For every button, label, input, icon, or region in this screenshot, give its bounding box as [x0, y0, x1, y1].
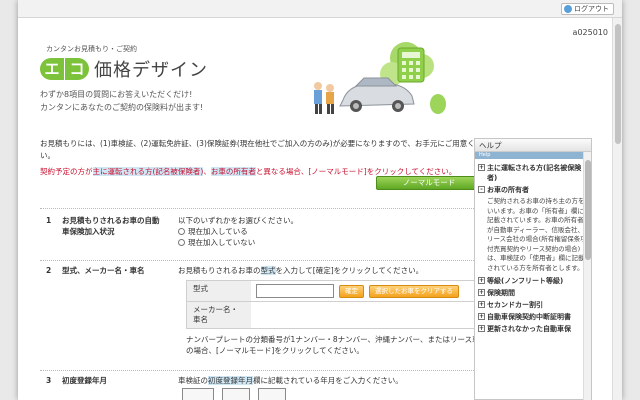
instruction-pre: お見積もりされるお車の: [178, 266, 261, 275]
logo-text: 価格デザイン: [94, 60, 208, 81]
logo[interactable]: エ コ 価格デザイン: [40, 56, 208, 82]
instruction-highlight: 初度登録年月: [208, 376, 253, 385]
clear-car-button[interactable]: 選択したお車をクリアする: [369, 284, 459, 298]
confirm-button[interactable]: 確定: [339, 284, 364, 298]
maker-field-value: [251, 302, 481, 328]
help-item-not-renewed[interactable]: + 更新されなかった自動車保: [478, 324, 588, 334]
section-instruction: お見積もりされるお車の型式を入力して[確定]をクリックしてください。: [178, 265, 423, 276]
tagline-line-1: わずか8項目の質問にお答えいただくだけ!: [40, 90, 193, 99]
model-field-label: 型式: [187, 281, 251, 301]
section-title: 型式、メーカー名・車名: [62, 266, 145, 275]
help-item-label: 自動車保険契約中断証明書: [487, 313, 571, 321]
help-item-label: お車の所有者: [487, 186, 529, 194]
help-item-second-car[interactable]: + セカンドカー割引: [478, 300, 588, 310]
collapse-icon[interactable]: -: [478, 186, 485, 193]
warning-highlight-owner: お車の所有者: [210, 167, 256, 176]
top-bar: ログアウト: [18, 0, 622, 18]
page: ログアウト a025010 カンタンお見積もり・ご契約 エ コ 価格デザイン わ…: [18, 0, 622, 400]
hero-illustration: [314, 42, 446, 114]
normal-mode-button[interactable]: ノーマルモード: [376, 176, 482, 190]
help-panel: ヘルプ Help + 主に運転される方(記名被保険者) - お車の所有者 ご契約…: [474, 138, 592, 400]
instruction-post: 欄に記載されている年月をご入力ください。: [253, 376, 403, 385]
year-select[interactable]: [222, 388, 250, 400]
section-number: 2: [46, 266, 52, 275]
help-owner-description: ご契約されるお車の持ち主の方をいいます。お車の「所有者」欄に記載されています。お…: [487, 197, 587, 272]
intro-text: お見積もりには、(1)車検証、(2)運転免許証、(3)保険証券(現在他社でご加入…: [40, 139, 490, 160]
warning-separator: 、: [203, 167, 211, 176]
section-body: 以下のいずれかをお選びください。 現在加入している 現在加入していない: [178, 215, 298, 248]
help-item-label: 保険期間: [487, 289, 515, 297]
section-number: 3: [46, 376, 52, 385]
tagline: わずか8項目の質問にお答えいただくだけ! カンタンにあなたのご契約の保険料が出ま…: [40, 88, 203, 114]
section-instruction: 以下のいずれかをお選びください。: [178, 216, 298, 225]
page-scroll-thumb[interactable]: [615, 24, 621, 144]
section-title: お見積もりされるお車の自動車保険加入状況: [62, 216, 160, 236]
plate-note: ナンバープレートの分類番号が1ナンバー・8ナンバー、沖縄ナンバー、またはリース車…: [186, 335, 480, 355]
main-content: お見積もりには、(1)車検証、(2)運転免許証、(3)保険証券(現在他社でご加入…: [40, 138, 490, 385]
logo-mark-char-1: エ: [40, 58, 64, 80]
help-item-label: 更新されなかった自動車保: [487, 325, 571, 333]
radio-label: 現在加入している: [188, 227, 248, 236]
logout-icon: [564, 5, 572, 13]
section-number: 1: [46, 216, 52, 225]
form-row-model: 型式 確定 選択したお車をクリアする: [186, 280, 482, 302]
era-select[interactable]: [182, 388, 214, 400]
instruction-highlight: 型式: [260, 266, 276, 275]
logout-button[interactable]: ログアウト: [561, 3, 614, 15]
help-item-main-driver[interactable]: + 主に運転される方(記名被保険者): [478, 163, 588, 183]
month-select[interactable]: [258, 388, 286, 400]
radio-currently-insured[interactable]: 現在加入している: [178, 226, 298, 237]
radio-circle-icon[interactable]: [178, 239, 185, 246]
logo-mark-char-2: コ: [65, 58, 89, 80]
instruction-post: を入力して[確定]をクリックしてください。: [275, 266, 424, 275]
warning-suffix: と異なる場合、[ノーマルモード]をクリックしてください。: [255, 167, 457, 176]
help-scroll-thumb[interactable]: [585, 160, 591, 260]
form-row-maker: メーカー名・車名: [186, 302, 482, 329]
instruction-pre: 車検証の: [178, 376, 208, 385]
model-form-table: 型式 確定 選択したお車をクリアする メーカー名・車名: [186, 280, 482, 329]
help-scrollbar[interactable]: [583, 152, 591, 400]
warning-prefix: 契約予定の方が: [40, 167, 93, 176]
section-instruction: 車検証の初度登録年月欄に記載されている年月をご入力ください。: [178, 375, 403, 386]
warning-highlight-driver: 主に運転される方(記名被保険者): [92, 167, 204, 176]
help-body: + 主に運転される方(記名被保険者) - お車の所有者 ご契約されるお車の持ち主…: [475, 159, 591, 336]
help-item-grade[interactable]: + 等級(ノンフリート等級): [478, 276, 588, 286]
help-subtitle: Help: [475, 152, 591, 159]
section-insurance-status: 1 お見積もりされるお車の自動車保険加入状況 以下のいずれかをお選びください。 …: [40, 208, 490, 264]
section-title: 初度登録年月: [62, 376, 107, 385]
help-title: ヘルプ: [475, 139, 591, 152]
model-input[interactable]: [256, 284, 334, 298]
expand-icon[interactable]: +: [478, 301, 485, 308]
radio-label: 現在加入していない: [188, 238, 256, 247]
expand-icon[interactable]: +: [478, 277, 485, 284]
page-scrollbar[interactable]: [612, 18, 622, 400]
expand-icon[interactable]: +: [478, 325, 485, 332]
logo-tagline: カンタンお見積もり・ご契約: [46, 45, 137, 53]
page-id: a025010: [572, 28, 608, 37]
radio-not-insured[interactable]: 現在加入していない: [178, 237, 298, 248]
logo-mark: エ コ: [40, 58, 90, 80]
help-item-owner[interactable]: - お車の所有者: [478, 185, 588, 195]
help-item-period[interactable]: + 保険期間: [478, 288, 588, 298]
expand-icon[interactable]: +: [478, 164, 485, 171]
maker-field-label: メーカー名・車名: [187, 302, 251, 328]
help-item-label: 主に運転される方(記名被保険者): [487, 164, 582, 182]
expand-icon[interactable]: +: [478, 313, 485, 320]
help-item-label: 等級(ノンフリート等級): [487, 277, 564, 285]
logout-label: ログアウト: [574, 5, 609, 13]
tagline-line-2: カンタンにあなたのご契約の保険料が出ます!: [40, 103, 204, 112]
radio-circle-icon[interactable]: [178, 228, 185, 235]
expand-icon[interactable]: +: [478, 289, 485, 296]
help-item-interruption[interactable]: + 自動車保険契約中断証明書: [478, 312, 588, 322]
help-item-label: セカンドカー割引: [487, 301, 543, 309]
model-field-cell: 確定 選択したお車をクリアする: [251, 281, 481, 301]
